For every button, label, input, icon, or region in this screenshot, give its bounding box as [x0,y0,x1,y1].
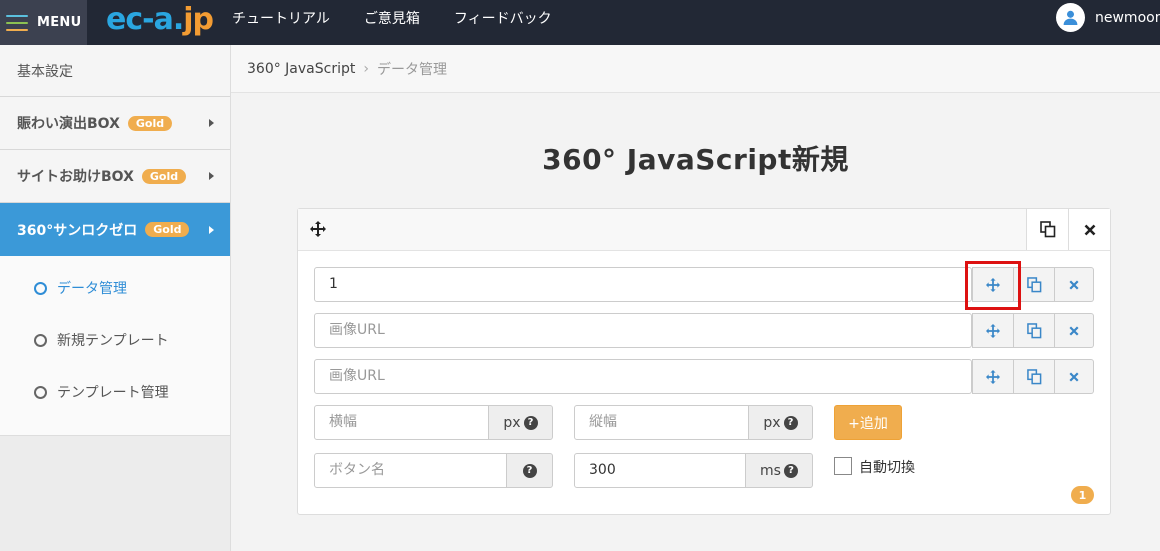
count-badge: 1 [1071,486,1094,504]
close-icon [1069,279,1079,290]
panel-header [298,209,1110,251]
breadcrumb-root-link[interactable]: 360° JavaScript [247,61,355,77]
user-menu[interactable]: newmoon [1056,3,1160,32]
help-icon[interactable]: ? [522,463,537,478]
move-row-button[interactable] [972,313,1014,348]
copy-row-button[interactable] [1014,359,1055,394]
height-unit-addon: px? [748,405,813,440]
subnav-item-new-template[interactable]: 新規テンプレート [0,314,230,366]
button-name-help-addon: ? [506,453,553,488]
username: newmoon [1095,9,1160,26]
help-icon[interactable]: ? [783,415,798,430]
auto-switch-label: 自動切換 [859,460,915,476]
height-input[interactable]: 縦幅 [574,405,749,440]
caret-right-icon [209,225,214,234]
user-avatar-icon [1056,3,1085,32]
width-unit-addon: px? [488,405,553,440]
image-url-input[interactable]: 画像URL [314,313,972,348]
nav-feedback-link[interactable]: フィードバック [454,8,552,28]
gold-badge: Gold [145,222,190,237]
close-icon [1069,325,1079,336]
sidebar-subnav: データ管理 新規テンプレート テンプレート管理 [0,256,230,436]
caret-right-icon [209,172,214,180]
nav-feedback-box-link[interactable]: ご意見箱 [364,8,420,28]
subnav-item-label: 新規テンプレート [57,333,169,349]
top-navbar: MENU ec-a.jp チュートリアル ご意見箱 フィードバック newmoo… [0,0,1160,45]
sidebar-item-label: 賑わい演出BOX [17,116,120,132]
delete-row-button[interactable] [1055,313,1094,348]
sidebar: 基本設定 賑わい演出BOX Gold サイトお助けBOX Gold 360°サン… [0,45,231,551]
circle-icon [34,385,47,399]
page-title: 360° JavaScript新規 [542,143,849,176]
sidebar-item-label: 360°サンロクゼロ [17,222,138,239]
chevron-right-icon: › [363,60,369,77]
subnav-item-template-management[interactable]: テンプレート管理 [0,366,230,418]
breadcrumb-current: データ管理 [376,61,447,78]
button-name-input[interactable]: ボタン名 [314,453,507,488]
slide-panel: 1 画像URL 画像URL 横幅 px ? 縦幅 px ? +追加 ボタン名 ?… [297,208,1111,515]
copy-icon [1039,221,1055,238]
sidebar-item-basic-settings[interactable]: 基本設定 [0,45,230,97]
move-icon[interactable] [310,221,326,241]
sidebar-item-site-help-box[interactable]: サイトお助けBOX Gold [0,150,230,203]
circle-icon [34,281,47,295]
image-row: 画像URL [314,359,1094,394]
menu-label: MENU [37,15,82,30]
close-icon [1084,224,1095,235]
site-logo[interactable]: ec-a.jp [106,0,214,40]
image-row: 画像URL [314,313,1094,348]
delete-row-button[interactable] [1055,267,1094,302]
help-icon[interactable]: ? [523,415,538,430]
subnav-item-label: テンプレート管理 [57,385,169,401]
gold-badge: Gold [127,115,173,131]
highlight-box [965,261,1021,310]
copy-icon [1026,322,1041,338]
help-icon[interactable]: ? [783,463,798,478]
move-row-button[interactable] [972,359,1014,394]
move-icon [986,369,1000,384]
circle-icon [34,333,47,347]
copy-icon [1026,276,1041,292]
subnav-item-data-management[interactable]: データ管理 [0,262,230,314]
add-button[interactable]: +追加 [834,405,902,440]
panel-copy-button[interactable] [1026,209,1068,250]
nav-tutorial-link[interactable]: チュートリアル [232,8,330,28]
sidebar-item-nigiwai-box[interactable]: 賑わい演出BOX Gold [0,97,230,150]
caret-right-icon [209,119,214,127]
subnav-item-label: データ管理 [57,281,127,297]
move-icon [986,323,1000,338]
sidebar-item-360-sanrokuzero[interactable]: 360°サンロクゼロ Gold [0,203,230,256]
top-nav: チュートリアル ご意見箱 フィードバック [232,0,586,36]
delete-row-button[interactable] [1055,359,1094,394]
hamburger-icon [6,14,28,31]
sidebar-item-label: 基本設定 [17,63,73,80]
image-url-input[interactable]: 画像URL [314,359,972,394]
copy-icon [1026,368,1041,384]
sidebar-item-label: サイトお助けBOX [17,169,134,185]
interval-input[interactable]: 300 [574,453,746,488]
width-input[interactable]: 横幅 [314,405,489,440]
panel-close-button[interactable] [1068,209,1110,250]
copy-row-button[interactable] [1014,313,1055,348]
close-icon [1069,371,1079,382]
auto-switch-checkbox[interactable] [834,457,852,475]
menu-button[interactable]: MENU [0,0,87,45]
interval-unit-addon: ms? [745,453,813,488]
breadcrumb: 360° JavaScript › データ管理 [231,45,1160,93]
gold-badge: Gold [141,168,187,184]
image-value-input[interactable]: 1 [314,267,972,302]
